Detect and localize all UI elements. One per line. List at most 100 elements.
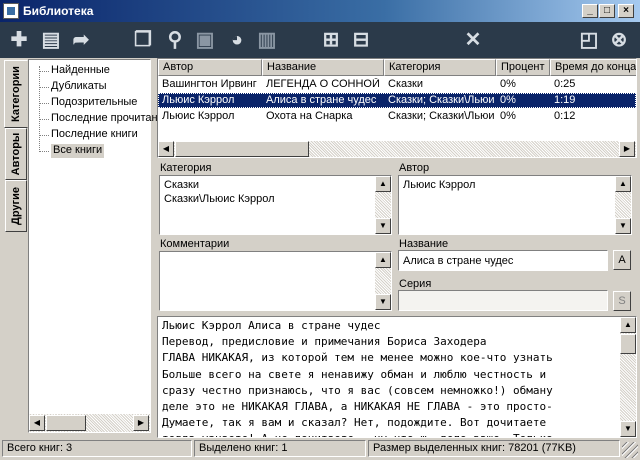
series-edit-button[interactable]: S [613,291,631,311]
tab-authors[interactable]: Авторы [5,128,27,180]
toolbar: ✚ ▤ ➦ ❐ ⚲ ▣ ◕ ▥ ⊞ ⊟ ✕ ◰ ⊗ [0,22,640,58]
comments-scroll-down-button[interactable]: ▼ [375,294,391,310]
author-label: Автор [399,162,430,174]
column-header[interactable]: Автор [158,59,262,76]
tab-categories-label: Категории [10,66,22,122]
table-row[interactable]: Льюис Кэррол Охота на Снарка Сказки; Сказк… [158,109,636,124]
title-field[interactable]: Алиса в стране чудес [398,250,608,271]
author-scroll-down-button[interactable]: ▼ [615,218,631,234]
tree-hscrollbar[interactable]: ◀ ▶ [29,414,150,432]
tree-item[interactable]: Подозрительные [51,96,137,110]
tree-item[interactable]: Последние книги [51,128,138,142]
tree-item[interactable]: Дубликаты [51,80,107,94]
preview-line: Больше всего на свете я ненавижу обман и… [162,367,547,381]
expand-icon[interactable]: ⊞ [318,27,344,53]
book-grid[interactable]: Автор Название Категория Процент Время до ко… [157,58,637,158]
scroll-left-button[interactable]: ◀ [29,415,45,431]
globe-icon[interactable]: ◕ [224,27,250,53]
author-scroll-up-button[interactable]: ▲ [615,176,631,192]
category-tree[interactable]: Найденные Дубликаты Подозрительные Последни… [28,59,178,433]
table-row[interactable]: Вашингтон Ирвинг ЛЕГЕНДА О СОННОЙ ЛОЩИНЕ С… [158,77,636,92]
restore-icon[interactable]: ◰ [576,27,602,53]
close-window-button[interactable]: × [618,4,634,18]
table-cell: Охота на Снарка [266,110,353,122]
grid-hscrollbar[interactable]: ◀ ▶ [158,141,636,157]
table-cell: Льюис Кэррол [162,94,235,106]
tab-categories[interactable]: Категории [4,60,28,128]
clipboard-icon[interactable]: ▤ [38,27,64,53]
grid-scroll-right-button[interactable]: ▶ [619,141,635,157]
app-icon[interactable] [3,3,19,19]
book-preview[interactable]: Льюис Кэррол Алиса в стране чудес Перевод… [157,316,637,438]
preview-line: Льюис Кэррол Алиса в стране чудес [162,319,381,332]
minimize-button[interactable]: _ [582,4,598,18]
search-icon[interactable]: ⚲ [162,27,188,53]
tab-other[interactable]: Другие [5,180,27,232]
preview-scroll-down-button[interactable]: ▼ [620,421,636,437]
series-field[interactable] [398,290,608,311]
exit-icon[interactable]: ⊗ [606,27,632,53]
tree-item[interactable]: Найденные [51,64,110,78]
table-cell: 0% [500,110,516,122]
category-list[interactable]: Сказки Сказки\Льюис Кэррол ▲ ▼ [159,175,392,235]
scroll-thumb[interactable] [46,415,86,431]
columns-icon[interactable]: ▥ [254,27,280,53]
comments-vscrollbar[interactable]: ▲ ▼ [375,252,391,310]
resize-grip[interactable] [622,442,638,458]
preview-line: тогда узнаете! А не дочитаете — ну что ж… [162,431,618,437]
table-cell: 0:12 [554,110,576,122]
preview-text: Льюис Кэррол Алиса в стране чудес Перевод… [162,318,618,437]
grid-scroll-thumb[interactable] [175,141,309,157]
comments-scroll-up-button[interactable]: ▲ [375,252,391,268]
tree-item[interactable]: Все книги [51,144,105,158]
tree-guide [39,66,40,152]
title-bar[interactable]: Библиотека _ □ × [0,0,640,22]
column-header[interactable]: Название [262,59,384,76]
comments-label: Комментарии [160,238,230,250]
category-item[interactable]: Сказки [164,178,199,192]
column-header[interactable]: Процент [496,59,550,76]
tab-authors-label: Авторы [10,132,22,176]
close-x-icon[interactable]: ✕ [460,27,486,53]
preview-vscrollbar[interactable]: ▲ ▼ [620,317,636,437]
forward-arrow-icon[interactable]: ➦ [68,27,94,53]
column-header[interactable]: Категория [384,59,496,76]
maximize-button[interactable]: □ [599,4,615,18]
table-cell: 0% [500,78,516,90]
preview-scroll-up-button[interactable]: ▲ [620,317,636,333]
add-icon[interactable]: ✚ [6,27,32,53]
author-item[interactable]: Льюис Кэррол [403,178,475,192]
table-row[interactable]: Льюис Кэррол Алиса в стране чудес Сказки; … [158,93,636,108]
table-cell: 0% [500,94,516,106]
title-edit-button[interactable]: A [613,250,631,270]
scroll-up-button[interactable]: ▲ [375,176,391,192]
save-icon[interactable]: ▣ [192,27,218,53]
scroll-down-button[interactable]: ▼ [375,218,391,234]
preview-line: ГЛАВА НИКАКАЯ, из которой тем не менее м… [162,351,553,365]
status-selected: Выделено книг: 1 [194,440,366,457]
category-item[interactable]: Сказки\Льюис Кэррол [164,192,275,206]
table-cell: Алиса в стране чудес [266,94,377,106]
title-value: Алиса в стране чудес [403,255,514,267]
preview-line: Думаете, так я вам и сказал? Нет, подожд… [162,416,547,430]
category-vscrollbar[interactable]: ▲ ▼ [375,176,391,234]
title-label: Название [399,238,449,250]
table-cell: 0:25 [554,78,576,90]
scroll-right-button[interactable]: ▶ [133,415,149,431]
window-title: Библиотека [23,4,94,18]
column-header[interactable]: Время до конца [550,59,636,76]
preview-line: деле это не НИКАКАЯ ГЛАВА, а НИКАКАЯ НЕ … [162,400,553,414]
copy-icon[interactable]: ❐ [130,27,156,53]
tree-connector [39,151,49,152]
author-vscrollbar[interactable]: ▲ ▼ [615,176,631,234]
preview-scroll-thumb[interactable] [620,334,636,354]
author-list[interactable]: Льюис Кэррол ▲ ▼ [398,175,632,235]
comments-field[interactable]: ▲ ▼ [159,251,392,311]
category-label: Категория [160,162,212,174]
preview-line: Перевод, предисловие и примечания Бориса… [162,335,487,349]
tree-connector [39,103,49,104]
collapse-icon[interactable]: ⊟ [348,27,374,53]
grid-scroll-left-button[interactable]: ◀ [158,141,174,157]
table-cell: Льюис Кэррол [162,110,235,122]
tab-other-label: Другие [10,187,22,225]
